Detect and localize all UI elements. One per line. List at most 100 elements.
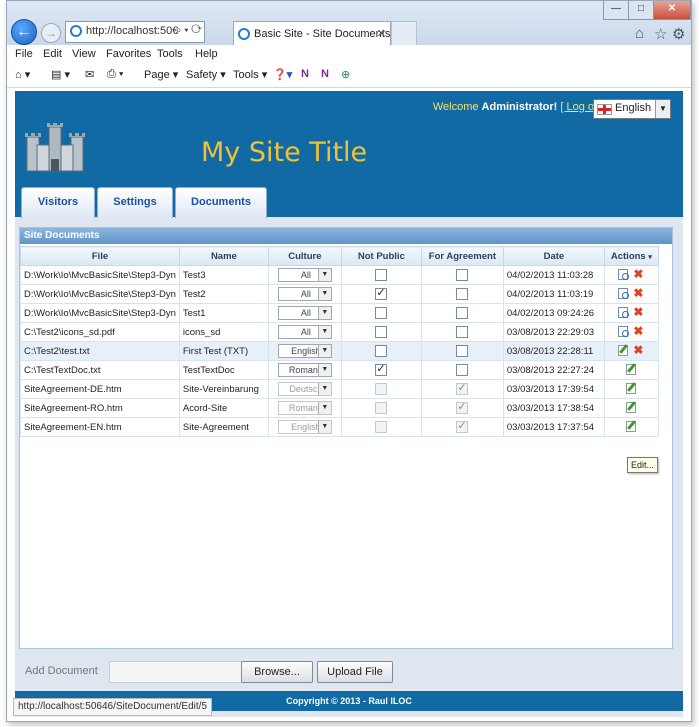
browser-tab[interactable]: Basic Site - Site Documents ✕ — [233, 21, 391, 46]
onenote-linked-icon[interactable]: N — [321, 68, 329, 80]
column-header-date[interactable]: Date — [502, 246, 605, 266]
table-row[interactable]: SiteAgreement-DE.htm Site-Vereinbarung Deu… — [20, 379, 659, 399]
table-row[interactable]: SiteAgreement-EN.htm Site-Agreement Englis… — [20, 417, 659, 437]
column-header-file[interactable]: File — [20, 246, 180, 266]
not-public-checkbox[interactable] — [375, 269, 388, 281]
close-window-button[interactable]: ✕ — [653, 1, 691, 20]
delete-icon[interactable]: ✖ — [632, 268, 644, 280]
search-icon[interactable]: ⌕ ▾ ⟳ — [176, 25, 202, 36]
table-row[interactable]: D:\Work\Io\MvcBasicSite\Step3-Dyn Test1 Al… — [20, 303, 659, 323]
favorites-star-icon[interactable]: ☆ — [654, 25, 667, 43]
column-header-culture[interactable]: Culture — [267, 246, 342, 266]
menu-favorites[interactable]: Favorites — [106, 48, 151, 60]
cell-for-agreement — [420, 265, 504, 285]
feeds-icon[interactable]: ▤ ▾ — [51, 68, 70, 81]
tab-visitors[interactable]: Visitors — [21, 187, 95, 218]
for-agreement-checkbox[interactable] — [456, 326, 469, 338]
culture-select[interactable]: All ▼ — [277, 268, 332, 282]
menu-file[interactable]: File — [15, 48, 33, 60]
column-header-name[interactable]: Name — [178, 246, 269, 266]
tab-settings[interactable]: Settings — [97, 187, 173, 218]
menu-tools[interactable]: Tools — [157, 48, 183, 60]
new-tab-button[interactable] — [391, 21, 417, 46]
minimize-button[interactable]: — — [603, 1, 629, 20]
table-row[interactable]: C:\TestTextDoc.txtTestTextDoc Romana▼ 03/0… — [20, 360, 659, 380]
delete-icon[interactable]: ✖ — [632, 306, 644, 318]
culture-select[interactable]: All ▼ — [277, 287, 332, 301]
help-icon[interactable]: ❓▾ — [273, 68, 292, 81]
not-public-checkbox[interactable] — [375, 326, 388, 338]
forward-icon[interactable]: → — [41, 23, 61, 43]
not-public-checkbox[interactable] — [375, 286, 388, 300]
home-page-icon[interactable]: ⌂ ▾ — [15, 68, 30, 81]
for-agreement-checkbox[interactable] — [456, 364, 469, 376]
cell-culture: All ▼ — [267, 322, 342, 342]
edit-icon[interactable] — [626, 421, 637, 433]
for-agreement-checkbox[interactable] — [456, 288, 469, 300]
chevron-down-icon: ▼ — [317, 383, 331, 395]
tools-menu-label: Tools — [233, 69, 259, 81]
ie-icon — [70, 25, 82, 37]
command-bar: ⌂ ▾ ▤ ▾ ✉ ⎙ ▾ Page ▾ Safety ▾ Tools ▾ ❓▾… — [7, 63, 691, 88]
edit-icon[interactable] — [626, 402, 637, 414]
home-icon[interactable]: ⌂ — [635, 25, 644, 42]
delete-icon[interactable]: ✖ — [632, 325, 644, 337]
details-icon[interactable] — [618, 307, 630, 319]
culture-select[interactable]: Romana ▼ — [277, 363, 332, 377]
culture-select[interactable]: All ▼ — [277, 325, 332, 339]
file-path-input[interactable] — [109, 661, 243, 683]
table-row[interactable]: C:\Test2\test.txt First Test (TXT) English… — [20, 341, 659, 361]
for-agreement-checkbox[interactable] — [456, 269, 469, 281]
details-icon[interactable] — [618, 269, 630, 281]
close-tab-icon[interactable]: ✕ — [377, 27, 386, 40]
menu-edit[interactable]: Edit — [43, 48, 62, 60]
gear-icon[interactable]: ⚙ — [672, 25, 685, 43]
table-row[interactable]: SiteAgreement-RO.htmAcord-Site Romana▼ 03/… — [20, 398, 659, 418]
cell-culture: Deutsch ▼ — [267, 379, 342, 399]
tools-menu[interactable]: Tools ▾ — [233, 68, 267, 81]
cell-name: Test1 — [178, 303, 269, 323]
delete-icon[interactable]: ✖ — [632, 287, 644, 299]
column-header-actions[interactable]: Actions ▾ — [603, 246, 659, 266]
cell-actions — [603, 417, 659, 437]
culture-select: English ▼ — [277, 420, 332, 434]
column-header-not-public[interactable]: Not Public — [340, 246, 422, 266]
print-icon[interactable]: ⎙ ▾ — [107, 68, 123, 81]
menu-help[interactable]: Help — [195, 48, 218, 60]
upload-file-button[interactable]: Upload File — [317, 661, 393, 683]
edit-icon[interactable] — [618, 345, 629, 357]
mail-icon[interactable]: ✉ — [85, 68, 94, 81]
chevron-down-icon: ▼ — [317, 345, 331, 357]
maximize-button[interactable]: □ — [628, 1, 654, 20]
back-icon[interactable]: ← — [11, 19, 37, 45]
menu-view[interactable]: View — [72, 48, 96, 60]
castle-logo-icon — [25, 123, 85, 172]
culture-select[interactable]: All ▼ — [277, 306, 332, 320]
not-public-checkbox[interactable] — [375, 362, 388, 376]
table-row[interactable]: C:\Test2\icons_sd.pdf icons_sd All ▼ 03/08/2… — [20, 322, 659, 342]
cell-for-agreement — [420, 322, 504, 342]
delete-icon[interactable]: ✖ — [632, 344, 644, 356]
onenote-icon[interactable]: N — [301, 68, 309, 80]
site-page: Welcome Administrator! [ Log off] Englis… — [15, 91, 683, 717]
browse-button[interactable]: Browse... — [241, 661, 313, 683]
for-agreement-checkbox[interactable] — [456, 345, 469, 357]
for-agreement-checkbox[interactable] — [456, 307, 469, 319]
not-public-checkbox[interactable] — [375, 307, 388, 319]
safety-menu[interactable]: Safety ▾ — [186, 68, 226, 81]
column-header-for-agreement[interactable]: For Agreement — [420, 246, 504, 266]
page-menu[interactable]: Page ▾ — [144, 68, 178, 81]
tab-documents[interactable]: Documents — [175, 187, 267, 218]
language-select[interactable]: English ▼ — [593, 99, 671, 119]
address-bar[interactable]: http://localhost:50€ ⌕ ▾ ⟳ — [65, 21, 205, 43]
culture-select[interactable]: English ▼ — [277, 344, 332, 358]
edit-icon[interactable] — [626, 383, 637, 395]
not-public-checkbox[interactable] — [375, 345, 388, 357]
details-icon[interactable] — [618, 326, 630, 338]
details-icon[interactable] — [618, 288, 630, 300]
table-row[interactable]: D:\Work\Io\MvcBasicSite\Step3-Dyn Test3 Al… — [20, 265, 659, 285]
research-icon[interactable]: ⊕ — [341, 68, 350, 81]
edit-icon[interactable] — [626, 364, 637, 376]
table-row[interactable]: D:\Work\Io\MvcBasicSite\Step3-Dyn Test2 Al… — [20, 284, 659, 304]
not-public-checkbox — [375, 421, 388, 433]
